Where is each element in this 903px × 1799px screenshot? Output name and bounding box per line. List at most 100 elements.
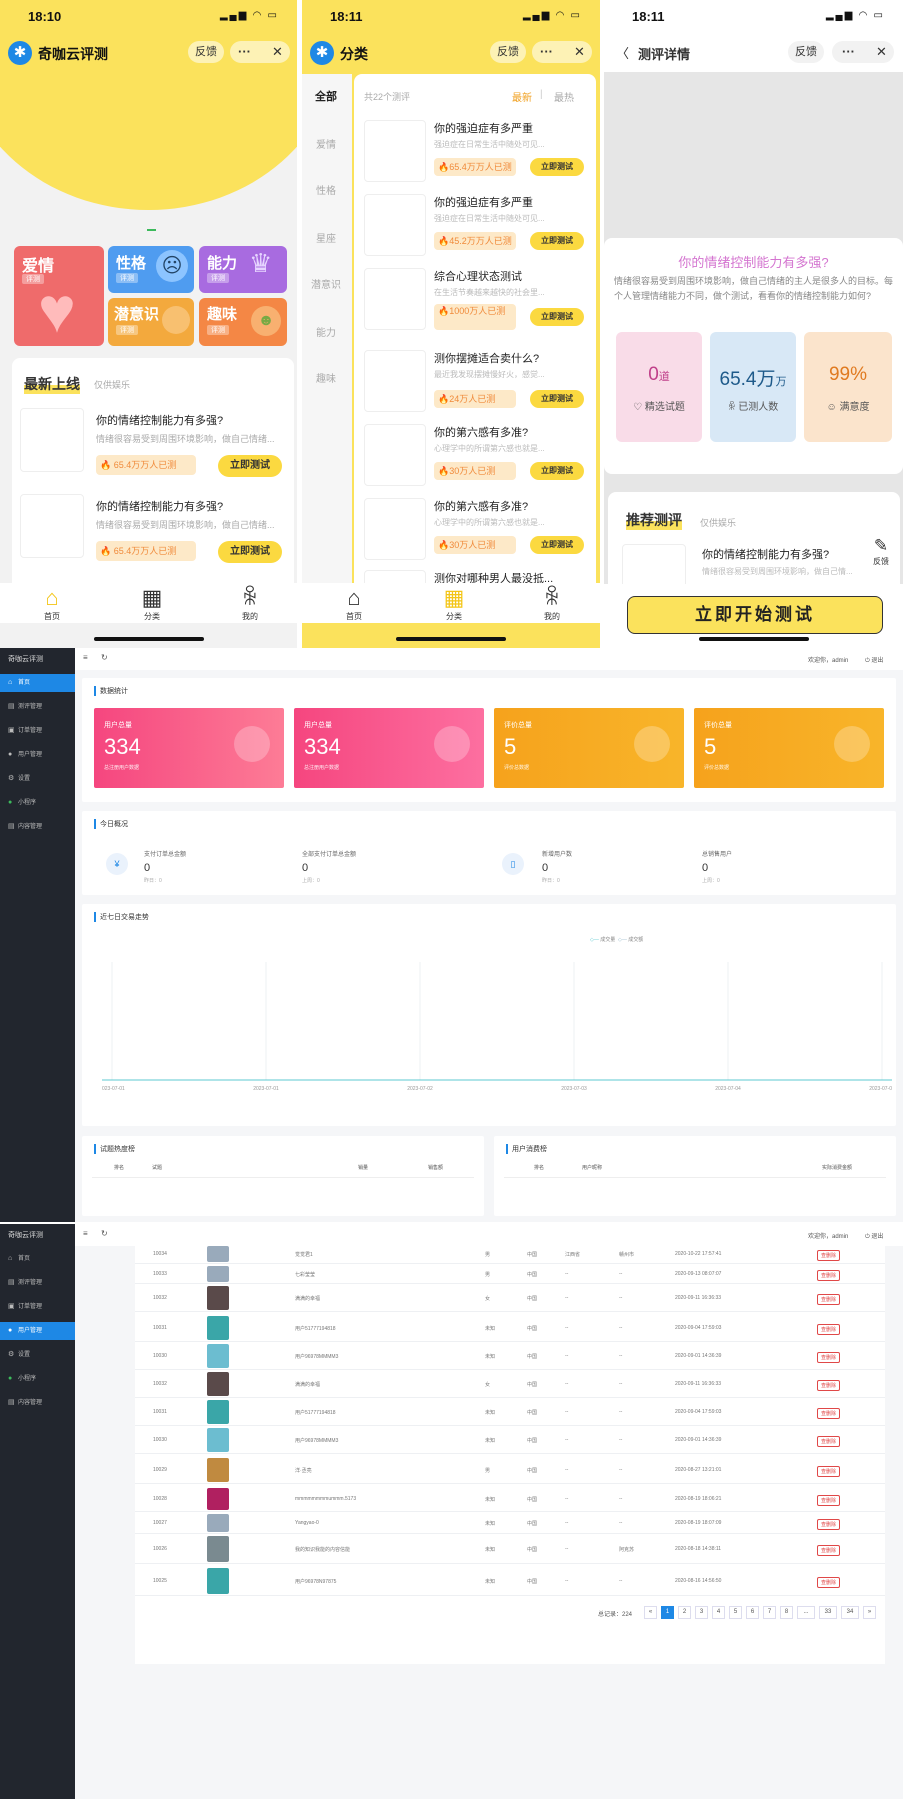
tab-category[interactable]: ▦ 分类 [122, 585, 182, 622]
delete-button[interactable]: 查删除 [817, 1576, 841, 1588]
delete-button[interactable]: 查删除 [817, 1435, 841, 1447]
back-icon[interactable]: 〈 [616, 43, 629, 62]
page-button[interactable]: 33 [819, 1606, 837, 1619]
side-tab-star[interactable]: 星座 [302, 230, 350, 245]
page-button[interactable]: 3 [695, 1606, 708, 1619]
list-item[interactable]: 测你对哪种男人最没抵... [354, 568, 596, 600]
sort-hot[interactable]: 最热 [554, 89, 574, 104]
category-subconscious[interactable]: 潜意识 评测 [108, 298, 194, 346]
list-item[interactable]: 你的强迫症有多严重 强迫症在日常生活中随处可见... 🔥65.4万万人已测 立即… [354, 120, 596, 190]
list-item[interactable]: 综合心理状态测试 在生活节奏越来越快的社会里... 🔥1000万人已测 立即测试 [354, 268, 596, 344]
more-icon[interactable]: ··· [842, 44, 855, 59]
feedback-button[interactable]: 反馈 [788, 41, 824, 63]
menu-toggle-icon[interactable]: ≡ [83, 653, 88, 662]
side-tab-subconscious[interactable]: 潜意识 [302, 276, 350, 291]
menu-toggle-icon[interactable]: ≡ [83, 1229, 88, 1238]
page-button[interactable]: 1 [661, 1606, 674, 1619]
page-button[interactable]: 8 [780, 1606, 793, 1619]
test-button[interactable]: 立即测试 [530, 232, 584, 250]
delete-button[interactable]: 查删除 [817, 1518, 841, 1530]
delete-button[interactable]: 查删除 [817, 1494, 841, 1506]
feedback-button[interactable]: 反馈 [490, 41, 526, 63]
refresh-icon[interactable]: ↻ [101, 1229, 108, 1238]
logout-button[interactable]: ⏻ 退出 [865, 655, 883, 665]
delete-button[interactable]: 查删除 [817, 1249, 841, 1261]
delete-button[interactable]: 查删除 [817, 1379, 841, 1391]
test-button[interactable]: 立即测试 [530, 536, 584, 554]
page-button[interactable]: « [644, 1606, 657, 1619]
menu-content[interactable]: ▤ 内容管理 [0, 818, 75, 836]
list-item[interactable]: 你的强迫症有多严重 强迫症在日常生活中随处可见... 🔥45.2万万人已测 立即… [354, 194, 596, 264]
test-button[interactable]: 立即测试 [530, 158, 584, 176]
feedback-float[interactable]: ✎ 反馈 [866, 536, 896, 567]
page-button[interactable]: 7 [763, 1606, 776, 1619]
test-button[interactable]: 立即测试 [530, 390, 584, 408]
menu-miniapp[interactable]: ● 小程序 [0, 794, 75, 812]
tab-mine[interactable]: ꆜ 我的 [522, 585, 582, 622]
delete-button[interactable]: 查删除 [817, 1269, 841, 1281]
more-icon[interactable]: ··· [238, 44, 251, 59]
side-tab-ability[interactable]: 能力 [302, 324, 350, 339]
section-subtitle: 仅供娱乐 [94, 380, 131, 390]
page-button[interactable]: 6 [746, 1606, 759, 1619]
delete-button[interactable]: 查删除 [817, 1351, 841, 1363]
tab-mine[interactable]: ꆜ 我的 [220, 585, 280, 622]
page-button[interactable]: » [863, 1606, 876, 1619]
fire-icon: 🔥 [438, 394, 450, 404]
menu-settings[interactable]: ⚙ 设置 [0, 1346, 75, 1364]
menu-orders[interactable]: ▣ 订单管理 [0, 1298, 75, 1316]
close-icon[interactable]: ✕ [272, 44, 283, 60]
page-button[interactable]: 4 [712, 1606, 725, 1619]
side-tab-personality[interactable]: 性格 [302, 182, 350, 197]
delete-button[interactable]: 查删除 [817, 1544, 841, 1556]
category-love[interactable]: 爱情 评测 ♥ [14, 246, 104, 346]
tab-home[interactable]: ⌂ 首页 [22, 585, 82, 622]
menu-tests[interactable]: ▤ 测评管理 [0, 698, 75, 716]
more-icon[interactable]: ··· [540, 44, 553, 59]
tab-category[interactable]: ▦ 分类 [424, 585, 484, 622]
menu-settings[interactable]: ⚙ 设置 [0, 770, 75, 788]
side-tab-love[interactable]: 爱情 [302, 136, 350, 151]
item-count: 🔥45.2万万人已测 [434, 232, 516, 250]
tab-home[interactable]: ⌂ 首页 [324, 585, 384, 622]
sort-new[interactable]: 最新 [512, 89, 532, 104]
test-button[interactable]: 立即测试 [530, 462, 584, 480]
cell-sex: 女 [485, 1382, 491, 1388]
page-button[interactable]: 2 [678, 1606, 691, 1619]
delete-button[interactable]: 查删除 [817, 1293, 841, 1305]
list-item[interactable]: 测你摆摊适合卖什么? 最近我发现摆摊慢好火，感觉... 🔥24万人已测 立即测试 [354, 350, 596, 420]
refresh-icon[interactable]: ↻ [101, 653, 108, 662]
menu-home[interactable]: ⌂ 首页 [0, 1250, 75, 1268]
close-icon[interactable]: ✕ [574, 44, 585, 60]
quiz-intro: 你的情绪控制能力有多强? 情绪很容易受到周围环境影响，做自己情绪的主人是很多人的… [604, 238, 903, 474]
menu-orders[interactable]: ▣ 订单管理 [0, 722, 75, 740]
close-icon[interactable]: ✕ [876, 44, 887, 60]
category-ability[interactable]: 能力 评测 ♛ [199, 246, 287, 293]
list-item[interactable]: 你的情绪控制能力有多强? 情绪很容易受到周围环境影响，做自己情绪... 🔥 65… [12, 400, 294, 480]
delete-button[interactable]: 查删除 [817, 1465, 841, 1477]
page-button[interactable]: 5 [729, 1606, 742, 1619]
test-button[interactable]: 立即测试 [218, 455, 282, 477]
menu-content[interactable]: ▤ 内容管理 [0, 1394, 75, 1412]
delete-button[interactable]: 查删除 [817, 1323, 841, 1335]
test-button[interactable]: 立即测试 [530, 308, 584, 326]
delete-button[interactable]: 查删除 [817, 1407, 841, 1419]
menu-users[interactable]: ● 用户管理 [0, 746, 75, 764]
menu-home[interactable]: ⌂ 首页 [0, 674, 75, 692]
menu-tests[interactable]: ▤ 测评管理 [0, 1274, 75, 1292]
side-tab-all[interactable]: 全部 [302, 88, 350, 104]
category-personality[interactable]: 性格 评测 ☹ [108, 246, 194, 293]
side-tab-fun[interactable]: 趣味 [302, 370, 350, 385]
page-button[interactable]: ... [797, 1606, 815, 1619]
list-item[interactable]: 你的第六感有多准? 心理学中的所谓第六感也就是... 🔥30万人已测 立即测试 [354, 424, 596, 494]
feedback-button[interactable]: 反馈 [188, 41, 224, 63]
test-button[interactable]: 立即测试 [218, 541, 282, 563]
category-fun[interactable]: 趣味 评测 ☻ [199, 298, 287, 346]
page-button[interactable]: 34 [841, 1606, 859, 1619]
menu-users[interactable]: ● 用户管理 [0, 1322, 75, 1340]
list-item[interactable]: 你的第六感有多准? 心理学中的所谓第六感也就是... 🔥30万人已测 立即测试 [354, 498, 596, 568]
start-test-button[interactable]: 立即开始测试 [627, 596, 883, 634]
logout-button[interactable]: ⏻ 退出 [865, 1231, 883, 1241]
menu-miniapp[interactable]: ● 小程序 [0, 1370, 75, 1388]
list-item[interactable]: 你的情绪控制能力有多强? 情绪很容易受到周围环境影响，做自己情绪... 🔥 65… [12, 486, 294, 566]
